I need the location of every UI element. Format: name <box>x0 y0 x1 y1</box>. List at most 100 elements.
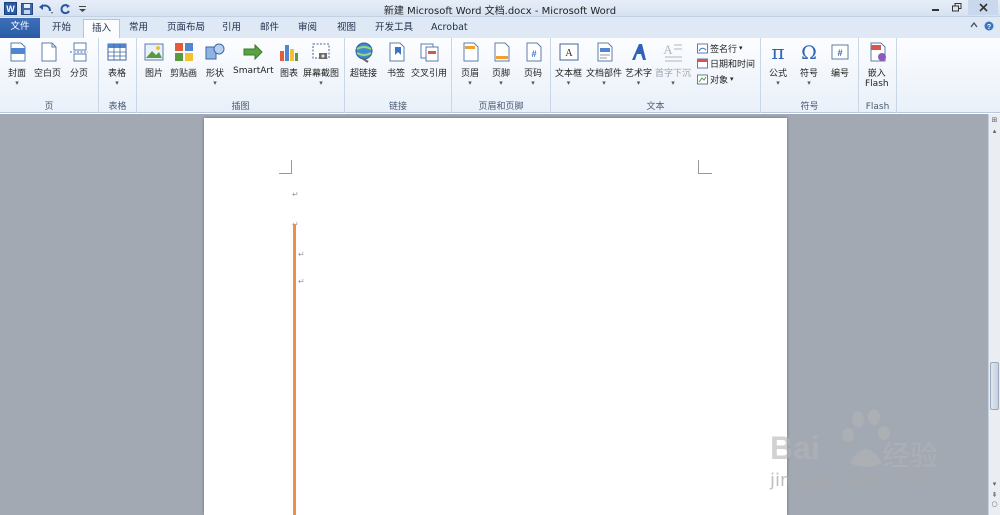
group-header-footer: 页眉 ▾ 页脚 ▾ # 页码 ▾ 页眉和页脚 <box>452 38 551 113</box>
dropdown-arrow-icon: ▾ <box>499 79 503 87</box>
embed-flash-button[interactable]: 嵌入 Flash <box>865 41 889 89</box>
dropdown-arrow-icon: ▾ <box>15 79 19 87</box>
svg-text:Ω: Ω <box>801 42 817 63</box>
scroll-up-icon[interactable]: ▴ <box>990 127 999 136</box>
blank-page-button[interactable]: 空白页 <box>34 41 61 79</box>
previous-page-icon[interactable]: ⇞ <box>990 491 999 500</box>
scroll-down-icon[interactable]: ▾ <box>990 480 999 489</box>
cover-page-icon <box>10 42 26 62</box>
tab-references[interactable]: 引用 <box>214 19 249 38</box>
restore-icon <box>952 3 962 12</box>
equation-button[interactable]: π 公式 ▾ <box>767 41 789 87</box>
textbox-icon: A <box>559 43 578 61</box>
picture-button[interactable]: 图片 <box>143 41 165 79</box>
dropdown-arrow-icon: ▾ <box>531 79 535 87</box>
group-label-page: 页 <box>44 102 54 112</box>
paragraph-mark: ↵ <box>292 190 299 199</box>
close-button[interactable] <box>968 0 998 15</box>
title-bar: W 新建 Microsoft Word 文档.docx - Microsoft … <box>0 0 1000 17</box>
group-label-symbols: 符号 <box>800 102 819 112</box>
group-table: 表格 ▾ 表格 <box>99 38 137 113</box>
dropdown-arrow-icon: ▾ <box>566 79 571 87</box>
calendar-icon <box>697 58 708 68</box>
globe-link-icon <box>355 42 372 63</box>
group-flash: 嵌入 Flash Flash <box>859 38 897 113</box>
ribbon-tab-bar: 文件 开始 插入 常用 页面布局 引用 邮件 审阅 视图 开发工具 Acroba… <box>0 17 1000 38</box>
group-illustrations: 图片 剪贴画 形状 ▾ SmartArt 图表 屏幕截图 ▾ 插图 <box>137 38 345 113</box>
watermark-brand: Bai <box>770 430 820 466</box>
header-icon <box>463 42 479 62</box>
header-button[interactable]: 页眉 ▾ <box>459 41 481 87</box>
group-links: 超链接 书签 交叉引用 链接 <box>345 38 452 113</box>
shapes-button[interactable]: 形状 ▾ <box>204 41 226 87</box>
tab-insert[interactable]: 插入 <box>83 19 121 38</box>
tab-review[interactable]: 审阅 <box>290 19 325 38</box>
dropdown-arrow-icon: ▾ <box>468 79 472 87</box>
paragraph-mark: ↵ <box>298 277 305 286</box>
page-number-button[interactable]: # 页码 ▾ <box>522 41 544 87</box>
clipart-icon <box>174 43 193 61</box>
page-break-icon <box>70 42 88 62</box>
clipart-button[interactable]: 剪贴画 <box>170 41 197 79</box>
minimize-button[interactable] <box>924 0 946 15</box>
ruler-toggle-icon[interactable]: ⊞ <box>990 116 999 125</box>
tab-view[interactable]: 视图 <box>329 19 364 38</box>
vertical-line-shape[interactable] <box>293 224 296 515</box>
quick-parts-icon <box>597 42 613 62</box>
browse-object-icon[interactable]: ○ <box>990 500 999 509</box>
restore-button[interactable] <box>946 0 968 15</box>
textbox-button[interactable]: A 文本框 ▾ <box>555 41 582 87</box>
signature-icon <box>697 43 708 53</box>
svg-text:π: π <box>771 41 784 63</box>
tab-acrobat[interactable]: Acrobat <box>423 19 476 38</box>
document-page[interactable]: ↵ ↵ ↵ ↵ <box>204 118 787 515</box>
hyperlink-button[interactable]: 超链接 <box>350 41 377 79</box>
wordart-button[interactable]: 艺术字 ▾ <box>625 41 652 87</box>
group-label-flash: Flash <box>865 102 890 112</box>
chart-icon <box>280 45 298 61</box>
close-icon <box>978 3 988 12</box>
tab-file[interactable]: 文件 <box>0 18 40 38</box>
bookmark-button[interactable]: 书签 <box>385 41 407 79</box>
screenshot-button[interactable]: 屏幕截图 ▾ <box>303 41 339 87</box>
tab-page-layout[interactable]: 页面布局 <box>159 19 213 38</box>
tab-common[interactable]: 常用 <box>121 19 156 38</box>
dropdown-arrow-icon: ▾ <box>671 79 675 87</box>
date-time-button[interactable]: 日期和时间 <box>697 56 755 70</box>
page-break-button[interactable]: 分页 <box>68 41 90 79</box>
svg-text:#: # <box>531 49 536 59</box>
tab-mailings[interactable]: 邮件 <box>252 19 287 38</box>
table-button[interactable]: 表格 ▾ <box>106 41 128 87</box>
watermark-url: jingyan.baidu.com <box>770 470 937 491</box>
signature-line-button[interactable]: 签名行 ▾ <box>697 41 743 55</box>
smartart-button[interactable]: SmartArt <box>233 41 274 76</box>
paragraph-mark: ↵ <box>298 250 305 259</box>
minimize-ribbon-icon[interactable] <box>970 21 978 34</box>
svg-text:#: # <box>837 48 842 58</box>
chart-button[interactable]: 图表 <box>278 41 300 79</box>
tab-home[interactable]: 开始 <box>44 19 79 38</box>
shapes-icon <box>205 43 225 60</box>
drop-cap-button[interactable]: A 首字下沉 ▾ <box>655 41 691 87</box>
footer-icon <box>494 42 510 62</box>
scrollbar-thumb[interactable] <box>990 362 999 410</box>
vertical-scrollbar[interactable]: ⊞ ▴ ▾ ⇞ ○ <box>988 114 1000 515</box>
window-title: 新建 Microsoft Word 文档.docx - Microsoft Wo… <box>383 6 617 17</box>
group-label-header-footer: 页眉和页脚 <box>478 102 524 112</box>
cross-reference-button[interactable]: 交叉引用 <box>411 41 447 79</box>
quick-parts-button[interactable]: 文档部件 ▾ <box>586 41 622 87</box>
screenshot-icon <box>312 43 330 59</box>
dropdown-arrow-icon: ▾ <box>319 79 323 87</box>
minimize-icon <box>931 9 939 11</box>
numbering-button[interactable]: # 编号 <box>829 41 851 79</box>
symbol-button[interactable]: Ω 符号 ▾ <box>798 41 820 87</box>
help-icon[interactable]: ? <box>984 21 994 34</box>
picture-icon <box>144 43 164 61</box>
tab-right-controls: ? <box>970 21 994 34</box>
svg-text:A: A <box>565 48 573 59</box>
object-button[interactable]: 对象 ▾ <box>697 72 734 86</box>
dropdown-arrow-icon: ▾ <box>730 75 734 83</box>
tab-developer[interactable]: 开发工具 <box>367 19 421 38</box>
cover-page-button[interactable]: 封面 ▾ <box>6 41 28 87</box>
footer-button[interactable]: 页脚 ▾ <box>490 41 512 87</box>
